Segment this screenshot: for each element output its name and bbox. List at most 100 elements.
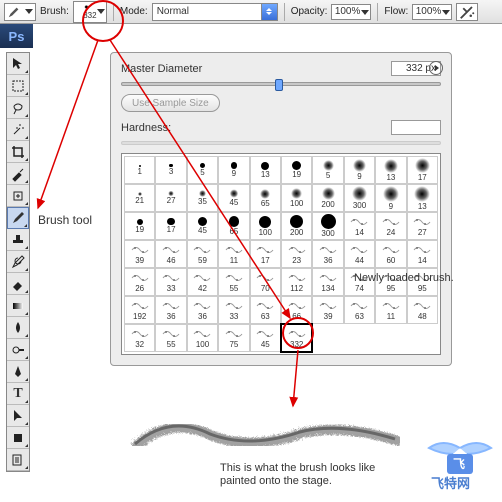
brush-cell[interactable]: 14 xyxy=(344,212,375,240)
brush-cell[interactable]: 100 xyxy=(281,184,312,212)
brush-cell[interactable]: 65 xyxy=(218,212,249,240)
brush-cell[interactable]: 70 xyxy=(250,268,281,296)
brush-cell[interactable]: 13 xyxy=(375,156,406,184)
brush-cell[interactable]: 19 xyxy=(281,156,312,184)
brush-cell[interactable]: 5 xyxy=(187,156,218,184)
brush-cell[interactable]: 33 xyxy=(218,296,249,324)
brush-cell[interactable]: 112 xyxy=(281,268,312,296)
brush-cell[interactable]: 200 xyxy=(281,212,312,240)
brush-cell[interactable]: 45 xyxy=(250,324,281,352)
brush-cell[interactable]: 100 xyxy=(250,212,281,240)
brush-cell[interactable]: 21 xyxy=(124,184,155,212)
gradient-tool[interactable] xyxy=(7,295,29,317)
airbrush-toggle[interactable] xyxy=(456,3,478,21)
brush-cell[interactable]: 36 xyxy=(187,296,218,324)
brush-cell[interactable]: 17 xyxy=(407,156,438,184)
brush-cell-size: 100 xyxy=(259,228,272,237)
hardness-slider[interactable] xyxy=(121,141,441,145)
brush-cell[interactable]: 192 xyxy=(124,296,155,324)
lasso-tool[interactable] xyxy=(7,97,29,119)
brush-cell[interactable]: 55 xyxy=(218,268,249,296)
marquee-tool[interactable] xyxy=(7,75,29,97)
brush-cell[interactable]: 65 xyxy=(250,184,281,212)
brush-cell[interactable]: 55 xyxy=(155,324,186,352)
brush-cell[interactable]: 100 xyxy=(187,324,218,352)
brush-cell[interactable]: 63 xyxy=(344,296,375,324)
dodge-tool[interactable] xyxy=(7,339,29,361)
brush-cell[interactable]: 59 xyxy=(187,240,218,268)
wand-tool[interactable] xyxy=(7,119,29,141)
blend-mode-stepper[interactable] xyxy=(262,3,278,21)
brush-cell[interactable]: 17 xyxy=(250,240,281,268)
healing-tool[interactable] xyxy=(7,185,29,207)
brush-cell[interactable] xyxy=(344,324,375,352)
eyedropper-tool[interactable] xyxy=(7,163,29,185)
hardness-label: Hardness: xyxy=(121,122,216,134)
flow-input[interactable]: 100% xyxy=(412,4,452,20)
brush-cell[interactable]: 27 xyxy=(407,212,438,240)
brush-cell[interactable]: 44 xyxy=(344,240,375,268)
brush-cell[interactable]: 35 xyxy=(187,184,218,212)
hardness-input[interactable] xyxy=(391,120,441,135)
brush-cell-size: 59 xyxy=(198,256,207,265)
brush-cell[interactable]: 32 xyxy=(124,324,155,352)
brush-cell[interactable]: 36 xyxy=(155,296,186,324)
pen-tool[interactable] xyxy=(7,361,29,383)
brush-cell[interactable]: 46 xyxy=(155,240,186,268)
type-tool[interactable]: T xyxy=(7,383,29,405)
brush-cell[interactable]: 39 xyxy=(312,296,343,324)
brush-cell[interactable]: 17 xyxy=(155,212,186,240)
brush-cell[interactable]: 42 xyxy=(187,268,218,296)
brush-cell[interactable]: 19 xyxy=(124,212,155,240)
brush-cell[interactable]: 45 xyxy=(187,212,218,240)
stamp-tool[interactable] xyxy=(7,229,29,251)
notes-tool[interactable] xyxy=(7,449,29,471)
brush-cell[interactable]: 5 xyxy=(312,156,343,184)
opacity-input[interactable]: 100% xyxy=(331,4,371,20)
brush-cell[interactable]: 9 xyxy=(344,156,375,184)
flow-value: 100% xyxy=(416,6,442,17)
brush-cell[interactable] xyxy=(312,324,343,352)
eraser-tool[interactable] xyxy=(7,273,29,295)
brush-cell[interactable]: 3 xyxy=(155,156,186,184)
brush-cell[interactable]: 45 xyxy=(218,184,249,212)
brush-cell[interactable]: 300 xyxy=(312,212,343,240)
brush-cell[interactable]: 27 xyxy=(155,184,186,212)
brush-cell[interactable]: 14 xyxy=(407,240,438,268)
history-brush-tool[interactable] xyxy=(7,251,29,273)
brush-cell[interactable]: 13 xyxy=(250,156,281,184)
brush-cell[interactable]: 11 xyxy=(375,296,406,324)
move-tool[interactable] xyxy=(7,53,29,75)
brush-cell[interactable]: 39 xyxy=(124,240,155,268)
flyout-menu-button[interactable] xyxy=(429,61,443,75)
crop-tool[interactable] xyxy=(7,141,29,163)
blur-tool[interactable] xyxy=(7,317,29,339)
brush-cell[interactable]: 75 xyxy=(218,324,249,352)
tool-preset-picker[interactable] xyxy=(4,3,36,21)
path-select-tool[interactable] xyxy=(7,405,29,427)
use-sample-size-button[interactable]: Use Sample Size xyxy=(121,94,220,112)
brush-cell[interactable]: 9 xyxy=(375,184,406,212)
brush-cell[interactable]: 200 xyxy=(312,184,343,212)
brush-cell[interactable]: 48 xyxy=(407,296,438,324)
brush-cell[interactable]: 23 xyxy=(281,240,312,268)
brush-cell[interactable] xyxy=(375,324,406,352)
brush-cell[interactable] xyxy=(407,324,438,352)
brush-cell[interactable]: 300 xyxy=(344,184,375,212)
brush-tool[interactable] xyxy=(7,207,29,229)
brush-cell[interactable]: 26 xyxy=(124,268,155,296)
brush-cell[interactable]: 11 xyxy=(218,240,249,268)
brush-cell[interactable]: 9 xyxy=(218,156,249,184)
brush-cell[interactable]: 36 xyxy=(312,240,343,268)
master-diameter-slider[interactable] xyxy=(121,82,441,86)
brush-cell[interactable]: 134 xyxy=(312,268,343,296)
brush-cell[interactable]: 33 xyxy=(155,268,186,296)
brush-cell[interactable]: 63 xyxy=(250,296,281,324)
blend-mode-select[interactable]: Normal xyxy=(152,3,262,21)
brush-cell-size: 23 xyxy=(292,256,301,265)
shape-tool[interactable] xyxy=(7,427,29,449)
brush-cell[interactable]: 60 xyxy=(375,240,406,268)
brush-cell[interactable]: 24 xyxy=(375,212,406,240)
brush-cell[interactable]: 1 xyxy=(124,156,155,184)
brush-cell[interactable]: 13 xyxy=(407,184,438,212)
